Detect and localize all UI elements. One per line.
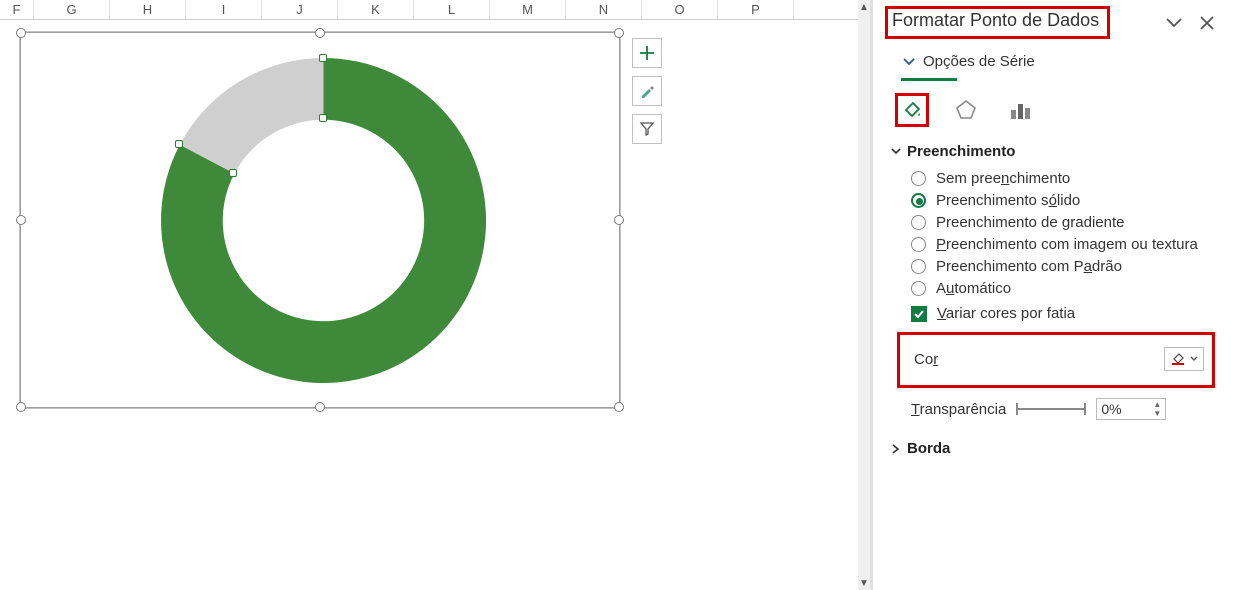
fill-gradient-label: Preenchimento de gradiente [936,214,1124,231]
fill-section-toggle[interactable]: Preenchimento [891,143,1215,160]
datapoint-handle[interactable] [229,169,237,177]
fill-none-label: Sem preenchimento [936,170,1070,187]
column-headers: F G H I J K L M N O P [0,0,870,20]
accent-underline [901,78,957,81]
fill-pattern-radio[interactable]: Preenchimento com Padrão [911,258,1215,275]
border-section-toggle[interactable]: Borda [891,440,1215,457]
worksheet-area[interactable] [0,20,870,590]
col-header[interactable]: N [566,0,642,19]
col-header[interactable]: L [414,0,490,19]
resize-handle[interactable] [315,28,325,38]
funnel-icon [639,121,655,137]
radio-icon [911,193,926,208]
close-pane-icon[interactable] [1199,15,1215,31]
col-header[interactable]: F [0,0,34,19]
pane-title: Formatar Ponto de Dados [885,6,1110,39]
chart-styles-button[interactable] [632,76,662,106]
transparency-value: 0% [1101,401,1121,417]
transparency-slider[interactable] [1016,408,1086,410]
col-header[interactable]: H [110,0,186,19]
series-options-label: Opções de Série [923,53,1035,70]
checkbox-icon [911,306,927,322]
series-options-dropdown[interactable]: Opções de Série [903,53,1215,70]
resize-handle[interactable] [614,215,624,225]
format-data-point-pane: Formatar Ponto de Dados Opções de Série [873,0,1233,590]
fill-color-icon [1170,351,1186,367]
resize-handle[interactable] [16,215,26,225]
radio-icon [911,259,926,274]
transparency-input[interactable]: 0% ▲ ▼ [1096,398,1166,420]
col-header[interactable]: J [262,0,338,19]
vary-colors-label: Variar cores por fatia [937,305,1075,322]
paint-bucket-icon [900,98,924,122]
col-header[interactable]: M [490,0,566,19]
resize-handle[interactable] [16,28,26,38]
fill-none-radio[interactable]: Sem preenchimento [911,170,1215,187]
resize-handle[interactable] [614,28,624,38]
radio-icon [911,215,926,230]
bar-chart-icon [1008,98,1032,122]
fill-automatic-label: Automático [936,280,1011,297]
plus-icon [639,45,655,61]
resize-handle[interactable] [315,402,325,412]
chart-object[interactable] [20,32,620,408]
datapoint-handle[interactable] [319,114,327,122]
brush-icon [639,83,655,99]
series-options-tab[interactable] [1003,93,1037,127]
fill-automatic-radio[interactable]: Automático [911,280,1215,297]
fill-and-line-tab[interactable] [895,93,929,127]
radio-icon [911,171,926,186]
color-picker-button[interactable] [1164,347,1204,371]
chevron-down-icon [1190,355,1198,363]
col-header[interactable]: I [186,0,262,19]
vertical-scrollbar[interactable]: ▲ ▼ [858,0,870,590]
border-section-label: Borda [907,440,950,457]
chevron-right-icon [891,444,901,454]
scroll-down[interactable]: ▼ [858,576,870,590]
spin-up[interactable]: ▲ [1150,400,1164,409]
col-header[interactable]: G [34,0,110,19]
col-header[interactable]: K [338,0,414,19]
datapoint-handle[interactable] [175,140,183,148]
datapoint-handle[interactable] [319,54,327,62]
color-field-group: Cor [897,332,1215,388]
chart-filters-button[interactable] [632,114,662,144]
fill-section-label: Preenchimento [907,143,1015,160]
spin-down[interactable]: ▼ [1150,409,1164,418]
vary-colors-checkbox[interactable]: Variar cores por fatia [911,305,1215,322]
color-label: Cor [914,351,938,368]
radio-icon [911,237,926,252]
fill-gradient-radio[interactable]: Preenchimento de gradiente [911,214,1215,231]
fill-picture-label: Preenchimento com imagem ou textura [936,236,1198,253]
fill-solid-label: Preenchimento sólido [936,192,1080,209]
fill-pattern-label: Preenchimento com Padrão [936,258,1122,275]
chevron-down-icon [891,147,901,157]
scroll-up[interactable]: ▲ [858,0,870,14]
resize-handle[interactable] [16,402,26,412]
resize-handle[interactable] [614,402,624,412]
radio-icon [911,281,926,296]
effects-tab[interactable] [949,93,983,127]
transparency-label: Transparência [911,401,1006,418]
collapse-pane-icon[interactable] [1165,14,1183,32]
col-header[interactable]: O [642,0,718,19]
chevron-down-icon [903,56,915,68]
fill-solid-radio[interactable]: Preenchimento sólido [911,192,1215,209]
col-header[interactable]: P [718,0,794,19]
doughnut-chart[interactable] [161,58,486,383]
pentagon-icon [954,98,978,122]
chart-elements-button[interactable] [632,38,662,68]
fill-picture-radio[interactable]: Preenchimento com imagem ou textura [911,236,1215,253]
